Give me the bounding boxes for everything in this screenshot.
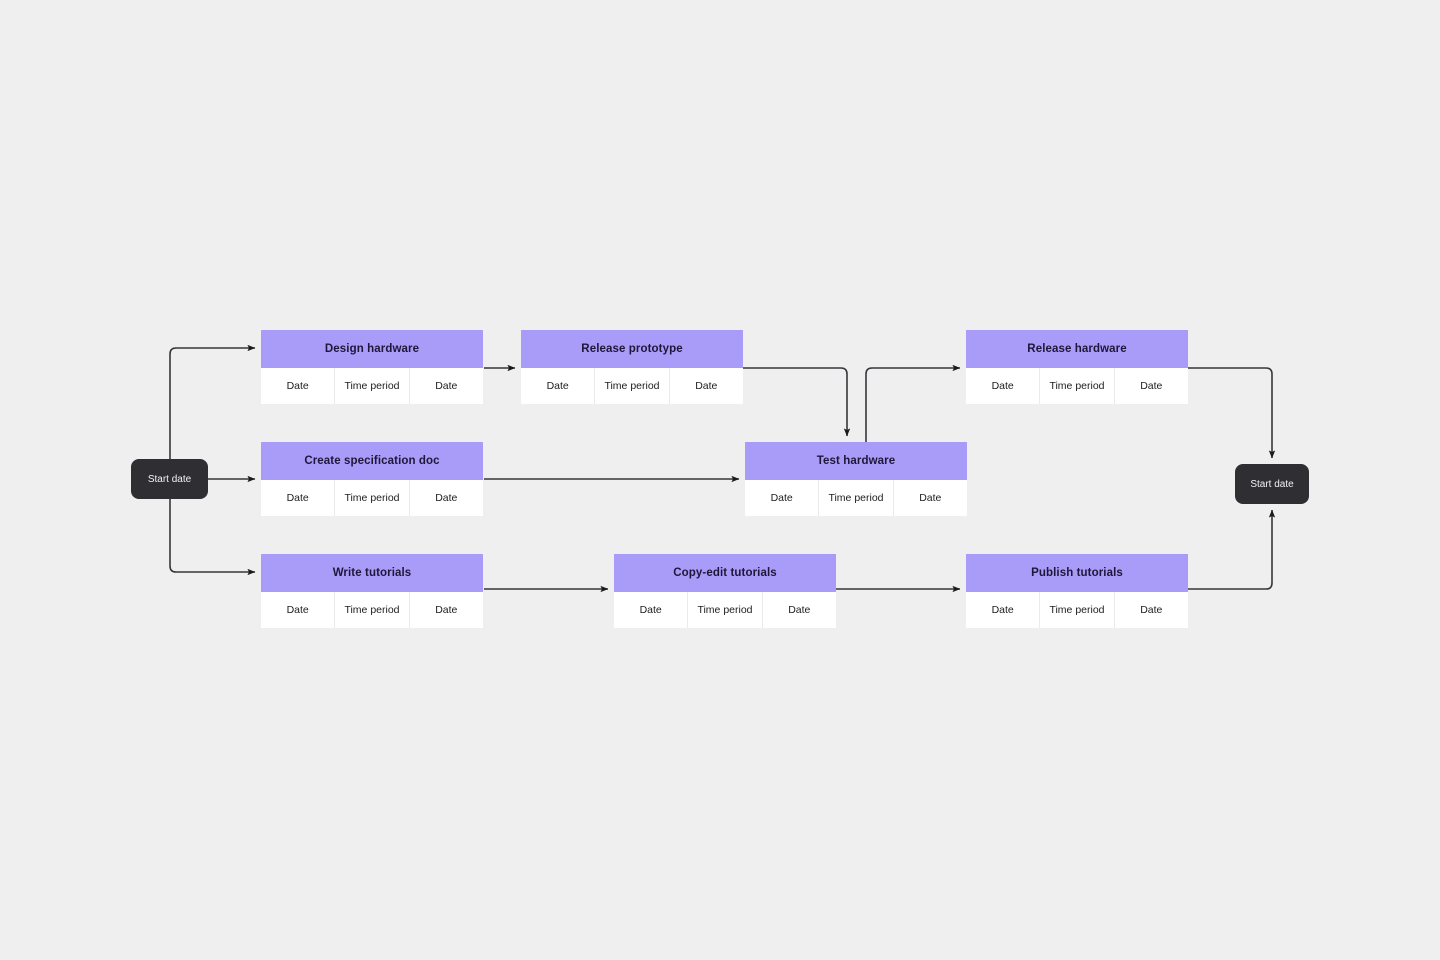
task-duration-cell[interactable]: Time period	[688, 592, 763, 628]
task-title: Write tutorials	[332, 567, 412, 579]
task-card-header: Release prototype	[521, 330, 743, 368]
edge-release-hardware-to-start-right	[1188, 367, 1276, 459]
task-end-date-cell[interactable]: Date	[762, 592, 836, 628]
task-card-body: Date Time period Date	[261, 368, 483, 404]
task-end-date-cell[interactable]: Date	[409, 368, 483, 404]
task-card-release-hardware[interactable]: Release hardware Date Time period Date	[966, 330, 1188, 404]
task-end-date-cell[interactable]: Date	[409, 592, 483, 628]
task-start-date-cell[interactable]: Date	[966, 368, 1041, 404]
edge-start-to-design-hardware	[169, 344, 256, 459]
task-title: Design hardware	[324, 343, 420, 355]
task-card-test-hardware[interactable]: Test hardware Date Time period Date	[745, 442, 967, 516]
task-start-date-cell[interactable]: Date	[745, 480, 820, 516]
task-title: Publish tutorials	[1031, 567, 1123, 579]
task-card-body: Date Time period Date	[261, 480, 483, 516]
task-card-body: Date Time period Date	[966, 592, 1188, 628]
edge-release-prototype-to-test-hardware	[742, 367, 851, 437]
task-duration-cell[interactable]: Time period	[595, 368, 670, 404]
task-card-write-tutorials[interactable]: Write tutorials Date Time period Date	[261, 554, 483, 628]
task-card-body: Date Time period Date	[966, 368, 1188, 404]
task-card-body: Date Time period Date	[745, 480, 967, 516]
task-duration-cell[interactable]: Time period	[1040, 368, 1115, 404]
start-date-label-left: Start date	[147, 473, 192, 485]
task-title: Copy-edit tutorials	[673, 567, 777, 579]
task-card-header: Create specification doc	[261, 442, 483, 480]
task-start-date-cell[interactable]: Date	[966, 592, 1041, 628]
edge-test-hardware-to-release-hardware	[865, 364, 961, 442]
task-card-header: Write tutorials	[261, 554, 483, 592]
task-card-release-prototype[interactable]: Release prototype Date Time period Date	[521, 330, 743, 404]
task-card-publish-tutorials[interactable]: Publish tutorials Date Time period Date	[966, 554, 1188, 628]
task-card-header: Publish tutorials	[966, 554, 1188, 592]
task-duration-cell[interactable]: Time period	[819, 480, 894, 516]
task-duration-cell[interactable]: Time period	[335, 368, 410, 404]
start-date-label-right: Start date	[1250, 478, 1294, 490]
task-card-copy-edit-tutorials[interactable]: Copy-edit tutorials Date Time period Dat…	[614, 554, 836, 628]
task-card-design-hardware[interactable]: Design hardware Date Time period Date	[261, 330, 483, 404]
task-start-date-cell[interactable]: Date	[261, 592, 336, 628]
task-card-header: Test hardware	[745, 442, 967, 480]
task-card-header: Design hardware	[261, 330, 483, 368]
task-start-date-cell[interactable]: Date	[614, 592, 689, 628]
task-card-header: Release hardware	[966, 330, 1188, 368]
edge-publish-tutorials-to-start-right	[1188, 509, 1276, 590]
task-card-create-specification-doc[interactable]: Create specification doc Date Time perio…	[261, 442, 483, 516]
task-card-header: Copy-edit tutorials	[614, 554, 836, 592]
task-duration-cell[interactable]: Time period	[1040, 592, 1115, 628]
task-title: Create specification doc	[304, 455, 440, 467]
task-card-body: Date Time period Date	[521, 368, 743, 404]
task-title: Test hardware	[816, 455, 896, 467]
task-start-date-cell[interactable]: Date	[261, 480, 336, 516]
task-duration-cell[interactable]: Time period	[335, 480, 410, 516]
task-end-date-cell[interactable]: Date	[1114, 592, 1188, 628]
task-start-date-cell[interactable]: Date	[261, 368, 336, 404]
task-end-date-cell[interactable]: Date	[1114, 368, 1188, 404]
task-end-date-cell[interactable]: Date	[669, 368, 743, 404]
task-card-body: Date Time period Date	[261, 592, 483, 628]
task-end-date-cell[interactable]: Date	[893, 480, 967, 516]
task-title: Release hardware	[1027, 343, 1127, 355]
start-date-node-right[interactable]: Start date	[1235, 464, 1309, 504]
edge-layer	[169, 344, 1276, 593]
task-duration-cell[interactable]: Time period	[335, 592, 410, 628]
task-start-date-cell[interactable]: Date	[521, 368, 596, 404]
task-card-body: Date Time period Date	[614, 592, 836, 628]
start-date-node-left[interactable]: Start date	[131, 459, 208, 499]
diagram-canvas: Start date Start date Design hardware Da…	[0, 0, 1440, 960]
task-end-date-cell[interactable]: Date	[409, 480, 483, 516]
task-title: Release prototype	[581, 343, 683, 355]
edge-start-to-write-tutorials	[169, 499, 256, 576]
